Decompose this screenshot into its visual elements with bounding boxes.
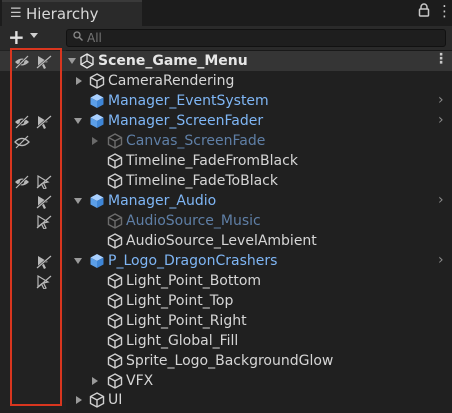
tree-row[interactable]: Timeline_FadeToBlack [0,171,452,191]
tree-row[interactable]: Manager_Audio › [0,191,452,211]
tree-item-label: Manager_ScreenFader [108,113,264,129]
gameobject-icon [106,272,124,290]
fold-arrow[interactable] [92,377,98,385]
chevron-right-icon[interactable]: › [438,92,444,108]
tree-item-label: CameraRendering [108,73,235,89]
prefab-icon [88,192,106,210]
prefab-icon [88,112,106,130]
pick-disabled-icon[interactable] [36,254,52,269]
pick-disabled-icon[interactable] [36,274,52,290]
tree-row[interactable]: Sprite_Logo_BackgroundGlow [0,351,452,371]
tree-row[interactable]: VFX [0,371,452,391]
pick-disabled-icon[interactable] [36,174,52,190]
search-field[interactable] [66,29,446,47]
tree-item-label: Canvas_ScreenFade [126,133,266,149]
tree-row[interactable]: AudioSource_LevelAmbient [0,231,452,251]
tree-row[interactable]: Light_Global_Fill [0,331,452,351]
gameobject-icon [106,152,124,170]
unity-scene-icon [78,52,96,70]
prefab-icon [88,92,106,110]
fold-arrow[interactable] [74,118,82,124]
gameobject-icon [106,292,124,310]
gameobject-icon [106,212,124,230]
fold-arrow[interactable] [74,258,82,264]
tree-row[interactable]: CameraRendering [0,71,452,91]
lock-icon[interactable] [418,3,430,21]
tree-item-label: Light_Point_Top [126,293,234,309]
list-icon: ☰ [10,6,22,21]
search-input[interactable] [87,30,427,46]
tab-hierarchy[interactable]: ☰ Hierarchy [2,0,142,26]
gameobject-icon [106,332,124,350]
tree-item-label: UI [108,392,123,408]
eye-hidden-icon[interactable] [14,174,30,189]
gameobject-icon [106,372,124,390]
gameobject-icon [88,391,106,409]
add-button[interactable]: + [6,25,56,50]
tree-item-label: AudioSource_Music [126,213,261,229]
prefab-icon [88,252,106,270]
tree-row[interactable]: Canvas_ScreenFade [0,131,452,151]
tree-item-label: Timeline_FadeToBlack [126,173,278,189]
fold-arrow[interactable] [74,198,82,204]
chevron-right-icon[interactable]: › [438,192,444,208]
gameobject-icon [88,72,106,90]
tree-item-label: Sprite_Logo_BackgroundGlow [126,353,334,369]
tree-row[interactable]: Timeline_FadeFromBlack [0,151,452,171]
eye-hidden-icon[interactable] [14,54,30,69]
fold-arrow[interactable] [76,77,82,85]
tree-item-label: Light_Point_Bottom [126,273,262,289]
eye-hidden-icon[interactable] [14,114,30,129]
toolbar: + [0,25,452,51]
tree-row[interactable]: Manager_ScreenFader › [0,111,452,131]
gameobject-icon [106,232,124,250]
chevron-right-icon[interactable]: › [438,252,444,268]
tree-item-label: P_Logo_DragonCrashers [108,253,278,269]
tree-row[interactable]: Manager_EventSystem › [0,91,452,111]
tree-item-label: AudioSource_LevelAmbient [126,233,317,249]
fold-arrow[interactable] [92,137,98,145]
search-icon [73,31,84,45]
gameobject-icon [106,352,124,370]
scene-row[interactable]: Scene_Game_Menu ⋮ [0,51,452,71]
tree-row[interactable]: Light_Point_Bottom [0,271,452,291]
tree-item-label: Manager_EventSystem [108,93,269,109]
tree-row[interactable]: Light_Point_Right [0,311,452,331]
pick-disabled-icon[interactable] [36,54,52,69]
tree-row[interactable]: Light_Point_Top [0,291,452,311]
fold-arrow[interactable] [76,396,82,404]
gameobject-icon [106,312,124,330]
eye-hidden-icon[interactable] [14,134,30,149]
tab-label: Hierarchy [26,5,99,23]
kebab-icon[interactable]: ⋮ [437,2,452,20]
tree-item-label: Timeline_FadeFromBlack [126,153,298,169]
pick-disabled-icon[interactable] [36,114,52,129]
pick-disabled-icon[interactable] [36,194,52,209]
chevron-down-icon [30,33,38,38]
kebab-icon[interactable]: ⋮ [434,51,448,67]
tree-item-label: VFX [126,373,154,389]
tree-row[interactable]: P_Logo_DragonCrashers › [0,251,452,271]
tree-row[interactable]: AudioSource_Music [0,211,452,231]
tree-item-label: Manager_Audio [108,193,217,209]
plus-icon: + [8,25,25,49]
pick-disabled-icon[interactable] [36,214,52,230]
scene-name: Scene_Game_Menu [98,53,248,69]
tab-bar: ☰ Hierarchy ⋮ [0,0,452,26]
tree-row[interactable]: UI [0,390,452,410]
gameobject-icon [106,132,124,150]
gameobject-icon [106,172,124,190]
tree-item-label: Light_Global_Fill [126,333,239,349]
chevron-right-icon[interactable]: › [438,112,444,128]
tree-item-label: Light_Point_Right [126,313,247,329]
fold-arrow[interactable] [68,58,76,64]
